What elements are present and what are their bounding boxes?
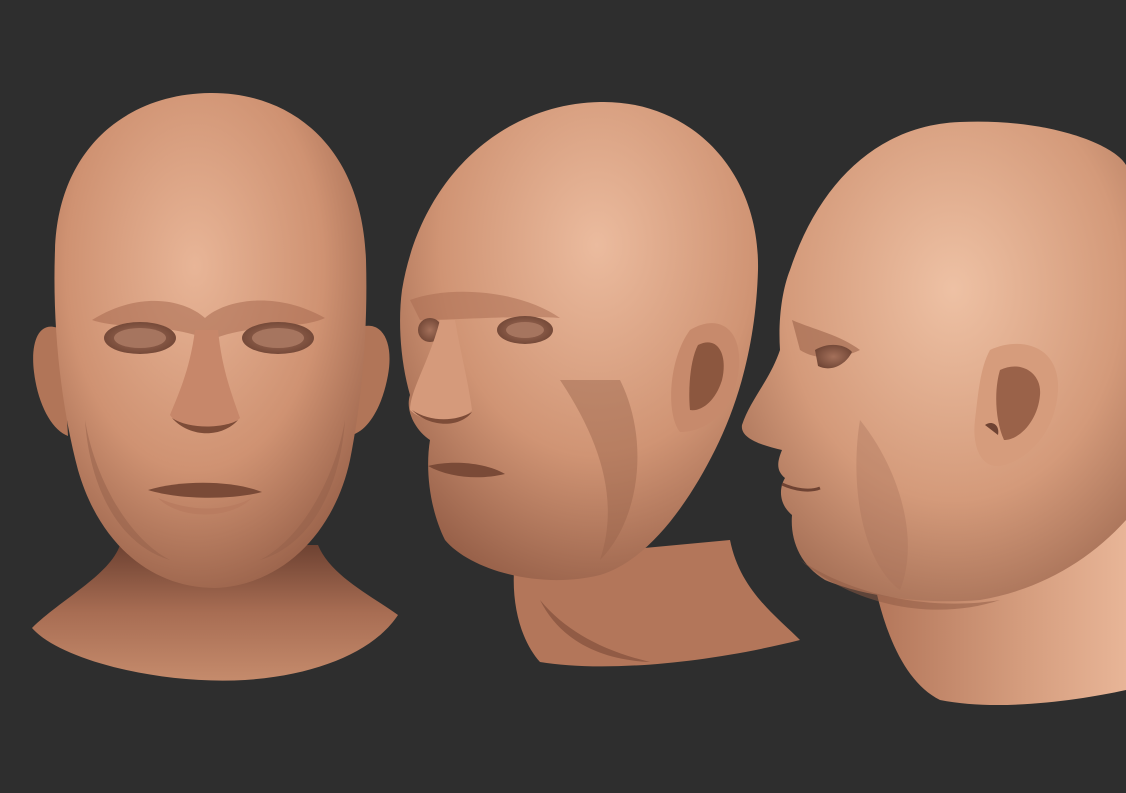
head-three-quarter-view: [400, 101, 800, 667]
head-profile-view: [741, 121, 1126, 706]
head-shape-profile: [741, 121, 1126, 602]
viewport: [0, 0, 1126, 793]
sculpt-render: [32, 92, 1126, 706]
head-front-view: [32, 92, 398, 681]
